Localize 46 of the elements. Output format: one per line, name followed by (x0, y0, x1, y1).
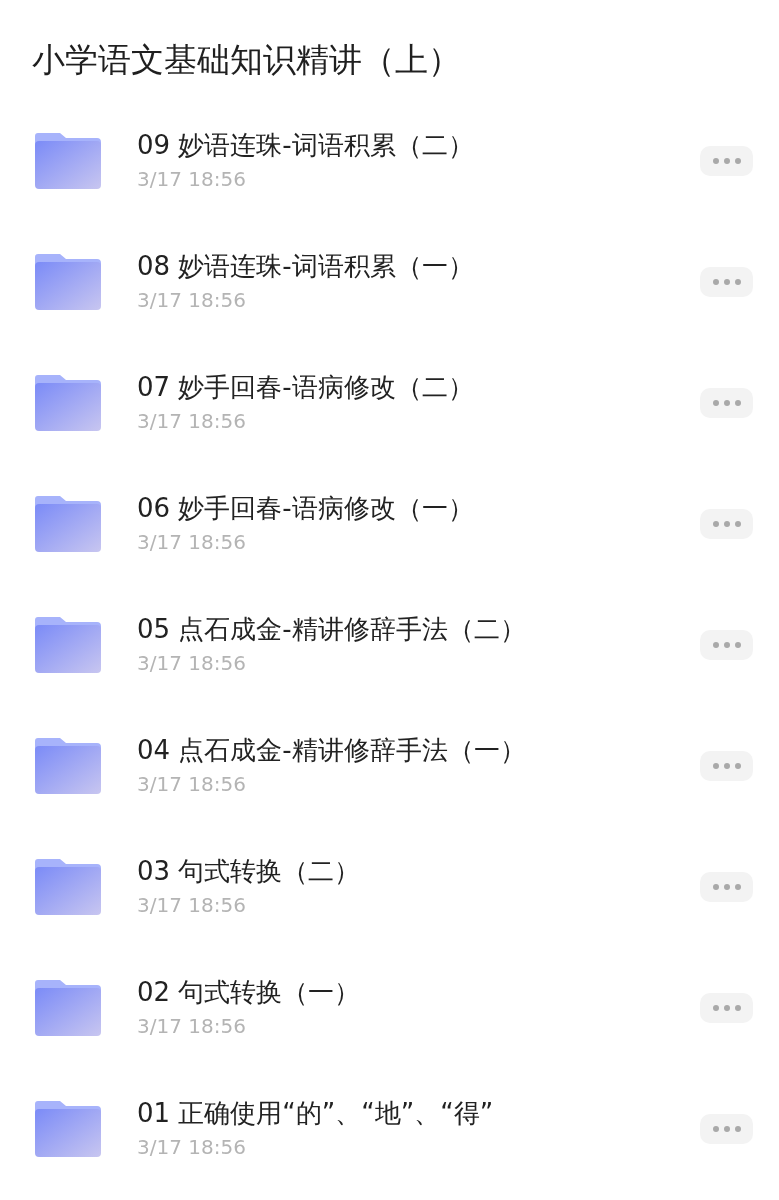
folder-name[interactable]: 05 点石成金-精讲修辞手法（二） (137, 611, 526, 646)
folder-name[interactable]: 02 句式转换（一） (137, 974, 361, 1009)
more-button[interactable] (700, 145, 753, 176)
more-icon (711, 640, 742, 649)
modified-time: 3/17 18:56 (137, 770, 246, 797)
modified-time: 3/17 18:56 (137, 649, 246, 676)
more-button[interactable] (700, 871, 753, 902)
modified-time: 3/17 18:56 (137, 165, 246, 192)
folder-icon (35, 979, 101, 1036)
folder-icon (35, 374, 101, 431)
folder-name[interactable]: 03 句式转换（二） (137, 853, 361, 888)
folder-icon (35, 1100, 101, 1157)
more-button[interactable] (700, 1113, 753, 1144)
more-button[interactable] (700, 750, 753, 781)
folder-name[interactable]: 04 点石成金-精讲修辞手法（一） (137, 732, 526, 767)
folder-name[interactable]: 08 妙语连珠-词语积累（一） (137, 248, 474, 283)
folder-name[interactable]: 06 妙手回春-语病修改（一） (137, 490, 474, 525)
modified-time: 3/17 18:56 (137, 528, 246, 555)
more-icon (711, 398, 742, 407)
modified-time: 3/17 18:56 (137, 1012, 246, 1039)
folder-icon (35, 737, 101, 794)
more-icon (711, 1003, 742, 1012)
modified-time: 3/17 18:56 (137, 286, 246, 313)
more-icon (711, 156, 742, 165)
more-icon (711, 519, 742, 528)
more-icon (711, 1124, 742, 1133)
more-button[interactable] (700, 508, 753, 539)
more-icon (711, 761, 742, 770)
folder-name[interactable]: 07 妙手回春-语病修改（二） (137, 369, 474, 404)
more-icon (711, 277, 742, 286)
more-button[interactable] (700, 992, 753, 1023)
folder-name[interactable]: 01 正确使用“的”、“地”、“得” (137, 1095, 494, 1130)
more-button[interactable] (700, 387, 753, 418)
page-title: 小学语文基础知识精讲（上） (32, 39, 461, 81)
modified-time: 3/17 18:56 (137, 891, 246, 918)
more-icon (711, 882, 742, 891)
folder-icon (35, 495, 101, 552)
folder-icon (35, 858, 101, 915)
modified-time: 3/17 18:56 (137, 407, 246, 434)
more-button[interactable] (700, 629, 753, 660)
folder-name[interactable]: 09 妙语连珠-词语积累（二） (137, 127, 474, 162)
folder-icon (35, 132, 101, 189)
more-button[interactable] (700, 266, 753, 297)
folder-icon (35, 253, 101, 310)
folder-icon (35, 616, 101, 673)
modified-time: 3/17 18:56 (137, 1133, 246, 1160)
